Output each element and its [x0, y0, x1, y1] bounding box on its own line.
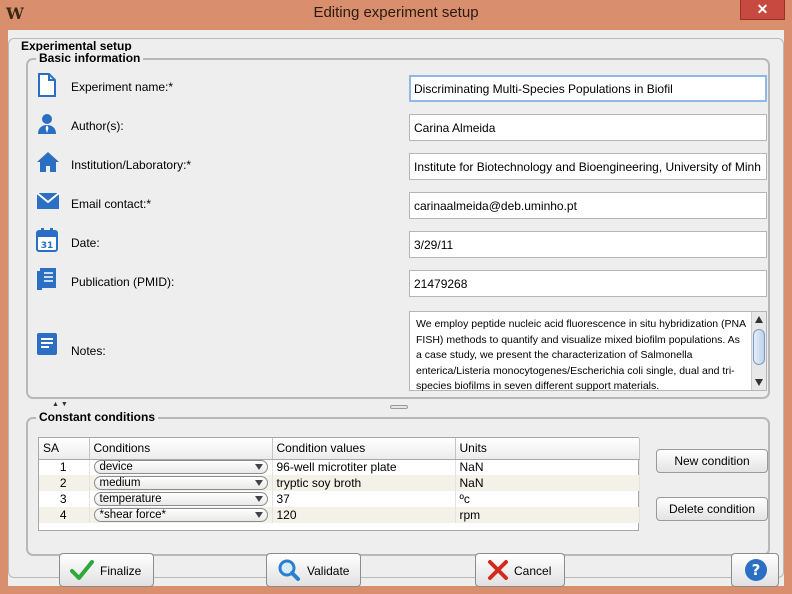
close-button[interactable]: ✕	[740, 0, 785, 20]
scroll-up-arrow-icon[interactable]	[755, 316, 763, 323]
condition-value-cell[interactable]: 120	[272, 507, 456, 523]
help-button[interactable]: ?	[731, 553, 779, 587]
constant-conditions-panel: Constant conditions SA Conditions Condit…	[26, 410, 770, 556]
condition-cell[interactable]: temperature	[89, 491, 273, 507]
basic-information-panel: Basic information Experiment name:* Disc…	[26, 51, 770, 399]
cancel-x-icon	[486, 559, 510, 581]
condition-value-cell[interactable]: 37	[272, 491, 456, 507]
document-icon	[36, 73, 58, 97]
email-label: Email contact:*	[71, 197, 152, 211]
cancel-button[interactable]: Cancel	[475, 553, 565, 587]
conditions-table[interactable]: SA Conditions Condition values Units 1 d…	[38, 437, 640, 531]
unit-cell[interactable]: rpm	[455, 507, 640, 523]
help-symbol: ?	[752, 561, 761, 579]
magnifier-icon	[277, 559, 301, 581]
condition-cell[interactable]: device	[89, 459, 273, 475]
condition-cell[interactable]: medium	[89, 475, 273, 491]
sa-cell: 4	[39, 507, 90, 523]
publication-input[interactable]: 21479268	[409, 270, 767, 297]
chevron-down-icon[interactable]	[254, 496, 263, 502]
notes-icon	[36, 332, 58, 355]
chevron-down-icon[interactable]	[254, 464, 263, 471]
condition-dropdown-value: device	[99, 461, 133, 474]
condition-value-cell[interactable]: 96-well microtiter plate	[272, 459, 456, 475]
validate-button[interactable]: Validate	[266, 553, 361, 587]
sa-cell: 3	[39, 491, 90, 507]
new-condition-button[interactable]: New condition	[656, 449, 768, 473]
column-header-condition-values[interactable]: Condition values	[272, 438, 456, 460]
home-icon	[36, 151, 59, 173]
splitter-arrows-icon[interactable]: ▲▼	[52, 401, 70, 408]
table-row[interactable]: 3 temperature 37 ºc	[39, 491, 640, 507]
table-row[interactable]: 2 medium tryptic soy broth NaN	[39, 475, 640, 491]
validate-label: Validate	[307, 564, 350, 578]
condition-dropdown[interactable]: *shear force*	[93, 508, 268, 522]
basic-information-title: Basic information	[36, 51, 144, 65]
chevron-down-icon[interactable]	[254, 480, 263, 486]
person-icon	[36, 113, 58, 135]
condition-dropdown-value: medium	[99, 477, 141, 489]
author-input[interactable]: Carina Almeida	[409, 114, 767, 141]
date-input[interactable]: 3/29/11	[409, 231, 767, 258]
experiment-name-input[interactable]: Discriminating Multi-Species Populations…	[409, 75, 767, 102]
condition-dropdown-value: *shear force*	[99, 509, 166, 521]
finalize-label: Finalize	[100, 564, 142, 578]
condition-dropdown[interactable]: medium	[93, 476, 268, 490]
notes-scrollbar[interactable]	[751, 312, 766, 390]
condition-dropdown[interactable]: temperature	[93, 492, 268, 506]
constant-conditions-title: Constant conditions	[36, 410, 158, 424]
date-label: Date:	[71, 236, 100, 250]
email-input[interactable]: carinaalmeida@deb.uminho.pt	[409, 192, 767, 219]
splitter-handle[interactable]	[390, 405, 408, 409]
sa-cell: 1	[39, 459, 90, 475]
dialog-body: Experimental setup Basic information Exp…	[8, 30, 784, 587]
envelope-icon	[36, 192, 60, 214]
notes-text: We employ peptide nucleic acid fluoresce…	[416, 318, 746, 392]
calendar-icon: 31	[36, 228, 58, 252]
scroll-down-arrow-icon[interactable]	[755, 379, 763, 386]
unit-cell[interactable]: NaN	[455, 459, 640, 475]
finalize-button[interactable]: Finalize	[59, 553, 154, 587]
notes-label: Notes:	[71, 344, 106, 358]
checkmark-icon	[70, 559, 94, 581]
unit-cell[interactable]: ºc	[455, 491, 640, 507]
scroll-thumb[interactable]	[753, 329, 765, 365]
chevron-down-icon[interactable]	[254, 512, 263, 518]
column-header-sa[interactable]: SA	[39, 438, 90, 460]
app-window: W Editing experiment setup ✕ Experimenta…	[0, 0, 792, 594]
author-label: Author(s):	[71, 119, 124, 133]
notes-textarea[interactable]: We employ peptide nucleic acid fluoresce…	[409, 311, 767, 392]
publication-icon	[36, 267, 58, 290]
window-title: Editing experiment setup	[313, 4, 479, 21]
publication-label: Publication (PMID):	[71, 275, 175, 289]
column-header-units[interactable]: Units	[455, 438, 640, 460]
sa-cell: 2	[39, 475, 90, 491]
cancel-label: Cancel	[514, 564, 552, 578]
condition-cell[interactable]: *shear force*	[89, 507, 273, 523]
condition-dropdown[interactable]: device	[93, 460, 268, 475]
calendar-day-text: 31	[41, 241, 54, 251]
column-header-conditions[interactable]: Conditions	[89, 438, 273, 460]
table-row[interactable]: 4 *shear force* 120 rpm	[39, 507, 640, 523]
delete-condition-button[interactable]: Delete condition	[656, 497, 768, 521]
institution-input[interactable]: Institute for Biotechnology and Bioengin…	[409, 153, 767, 180]
unit-cell[interactable]: NaN	[455, 475, 640, 491]
title-bar[interactable]: W Editing experiment setup ✕	[0, 0, 792, 29]
experiment-name-label: Experiment name:*	[71, 80, 174, 94]
table-row[interactable]: 1 device 96-well microtiter plate NaN	[39, 459, 640, 475]
table-header-row: SA Conditions Condition values Units	[39, 438, 640, 460]
condition-value-cell[interactable]: tryptic soy broth	[272, 475, 456, 491]
help-icon: ?	[744, 558, 768, 581]
condition-dropdown-value: temperature	[99, 493, 162, 505]
institution-label: Institution/Laboratory:*	[71, 158, 192, 172]
experimental-setup-group: Experimental setup Basic information Exp…	[8, 38, 784, 578]
